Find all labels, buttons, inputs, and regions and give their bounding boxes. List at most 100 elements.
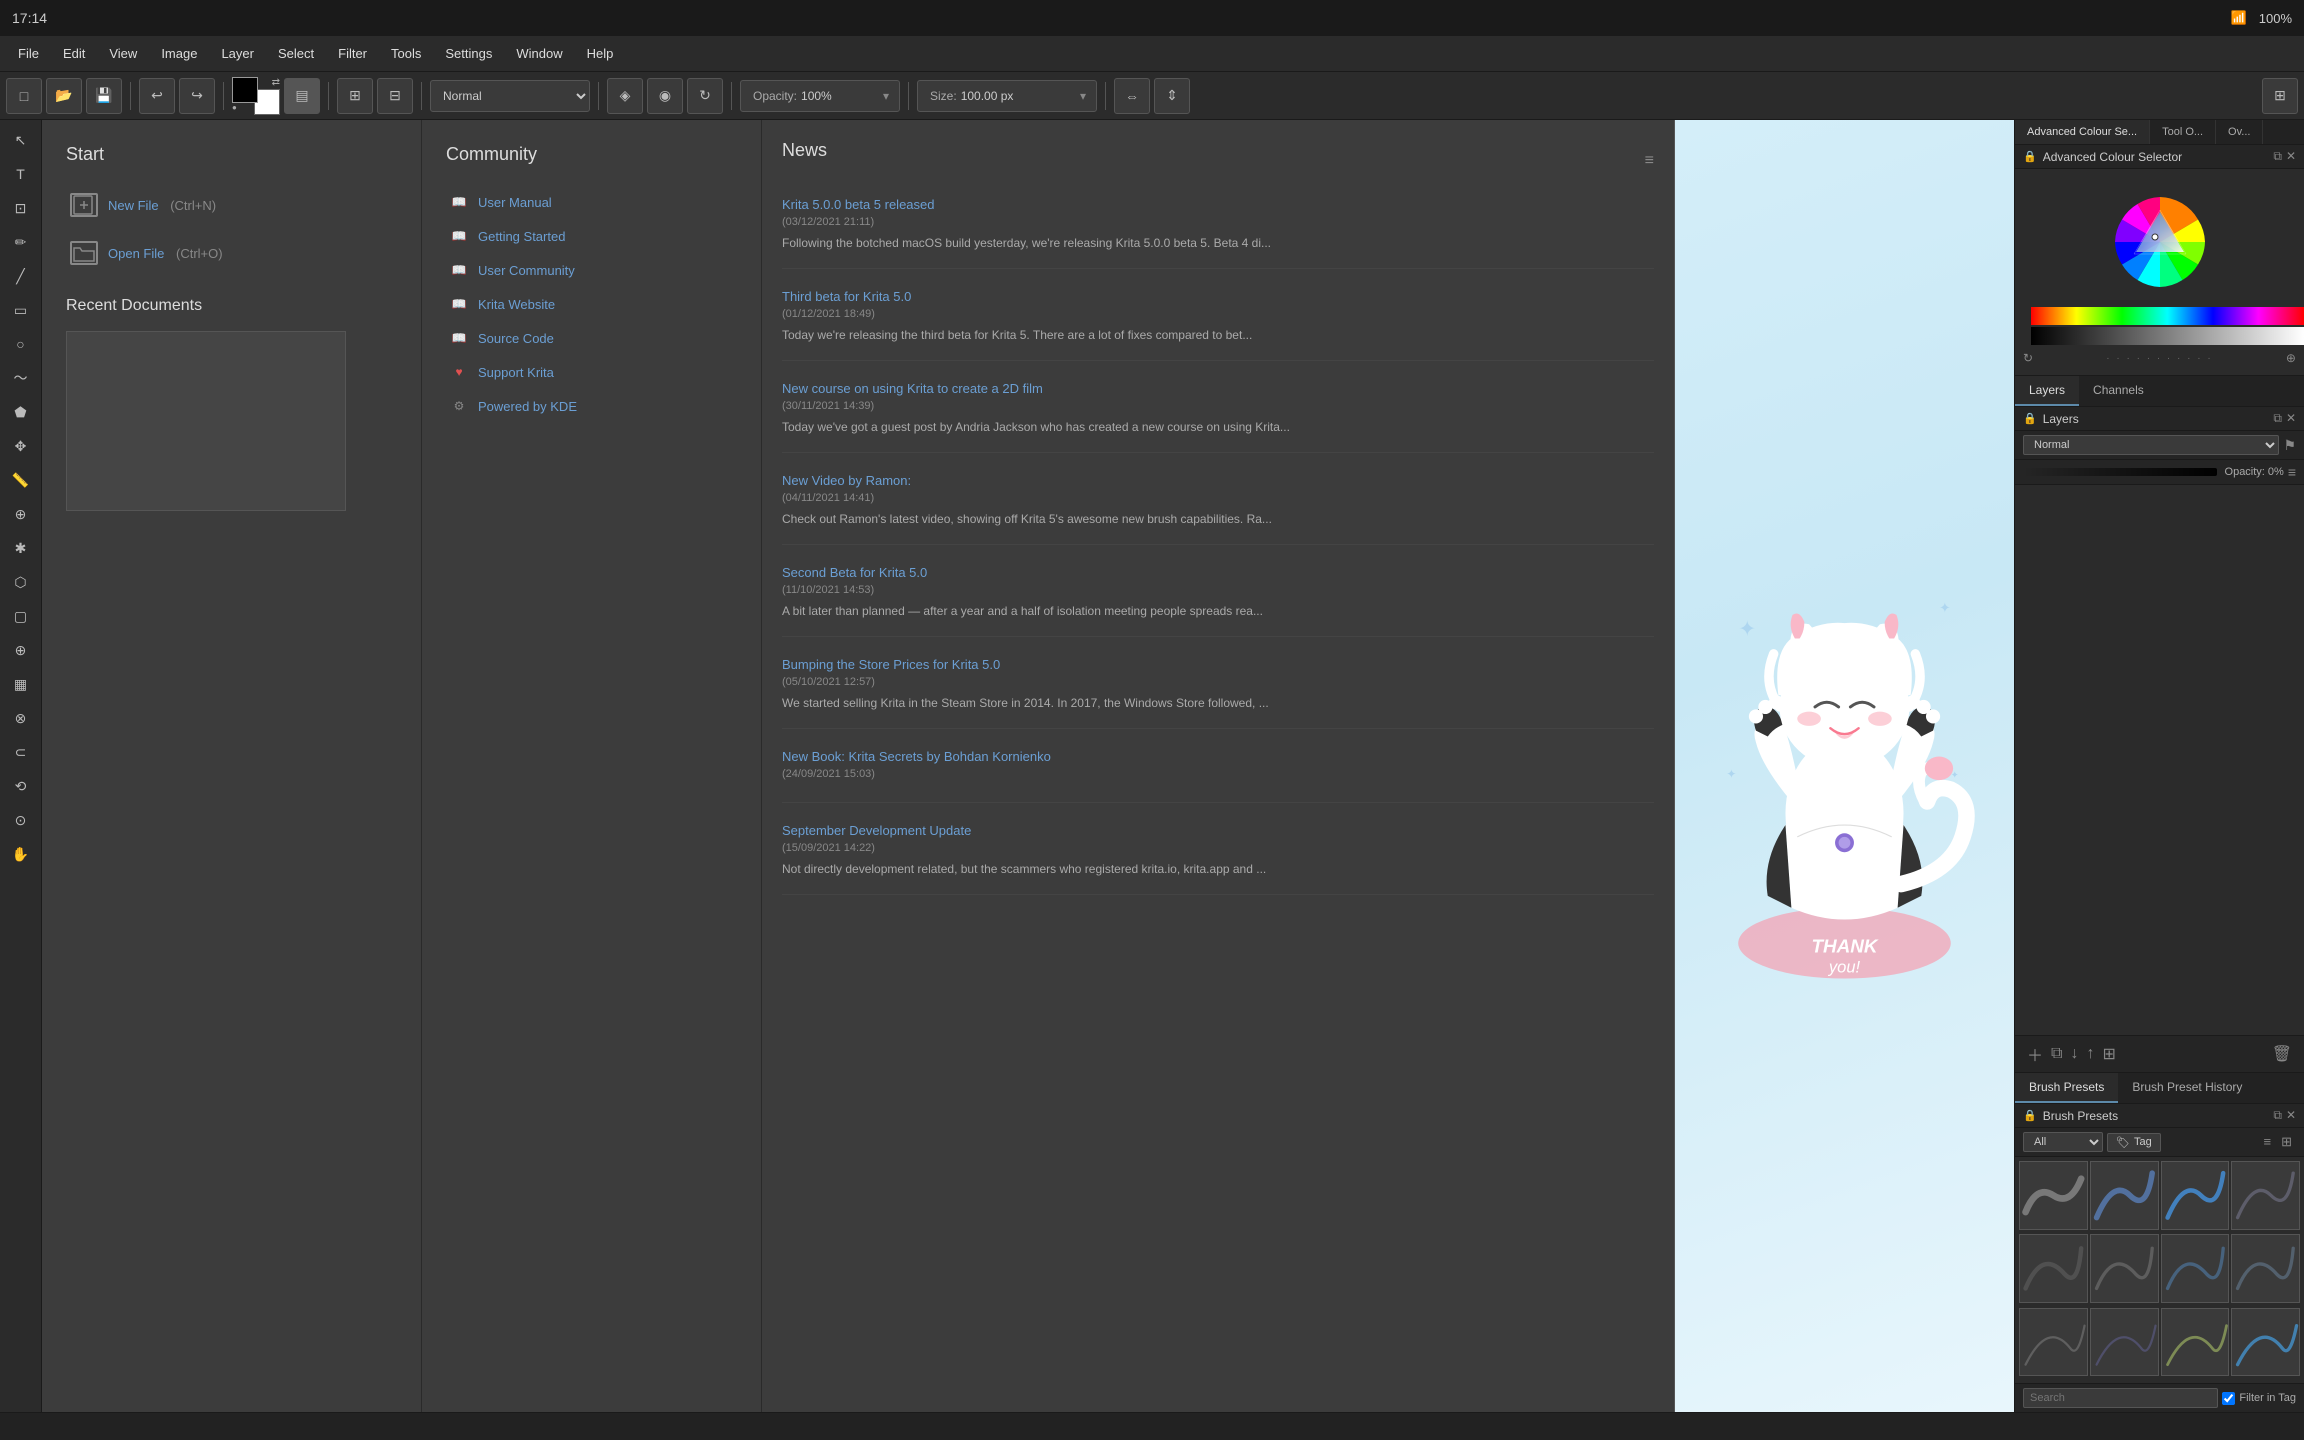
color-reset-btn[interactable]: ●	[232, 103, 244, 115]
tool-line[interactable]: ╱	[5, 260, 37, 292]
tool-fill[interactable]: ⬟	[5, 396, 37, 428]
tab-tool-options[interactable]: Tool O...	[2150, 120, 2216, 144]
save-file-btn[interactable]: 💾	[86, 78, 122, 114]
brush-item-10[interactable]	[2161, 1308, 2230, 1377]
redo-btn[interactable]: ↪	[179, 78, 215, 114]
brush-item-1[interactable]	[2090, 1161, 2159, 1230]
tab-overview[interactable]: Ov...	[2216, 120, 2263, 144]
tool-multibrush[interactable]: ✱	[5, 532, 37, 564]
tool-text[interactable]: T	[5, 158, 37, 190]
menu-view[interactable]: View	[99, 42, 147, 65]
brush-item-11[interactable]	[2231, 1308, 2300, 1377]
link-support-krita[interactable]: ♥ Support Krita	[446, 355, 737, 389]
brush-item-5[interactable]	[2090, 1234, 2159, 1303]
brush-item-3[interactable]	[2231, 1161, 2300, 1230]
tool-measure[interactable]: 📏	[5, 464, 37, 496]
menu-window[interactable]: Window	[506, 42, 572, 65]
add-layer-btn[interactable]: ＋	[2023, 1040, 2047, 1068]
colour-panel-close-btn[interactable]: ✕	[2286, 149, 2296, 164]
value-strip[interactable]	[2031, 327, 2304, 345]
menu-file[interactable]: File	[8, 42, 49, 65]
news-link-6[interactable]: New Book: Krita Secrets by Bohdan Kornie…	[782, 749, 1654, 764]
link-powered-by-kde[interactable]: ⚙ Powered by KDE	[446, 389, 737, 423]
layout-btn[interactable]: ⊞	[2262, 78, 2298, 114]
mirror-h-btn[interactable]: ⇔	[1114, 78, 1150, 114]
tool-crop[interactable]: ⊡	[5, 192, 37, 224]
brush-item-0[interactable]	[2019, 1161, 2088, 1230]
brush-item-9[interactable]	[2090, 1308, 2159, 1377]
tool-select[interactable]: ↖	[5, 124, 37, 156]
news-link-1[interactable]: Third beta for Krita 5.0	[782, 289, 1654, 304]
color-selector[interactable]: ⇄ ●	[232, 77, 280, 115]
grid-btn[interactable]: ⊟	[377, 78, 413, 114]
menu-layer[interactable]: Layer	[211, 42, 264, 65]
brush-item-8[interactable]	[2019, 1308, 2088, 1377]
link-krita-website[interactable]: 📖 Krita Website	[446, 287, 737, 321]
copy-layer-btn[interactable]: ⧉	[2047, 1043, 2066, 1065]
tool-paint[interactable]: ✏	[5, 226, 37, 258]
refresh-btn[interactable]: ↻	[687, 78, 723, 114]
toggle-canvas-btn[interactable]: □	[6, 78, 42, 114]
tab-advanced-colour[interactable]: Advanced Colour Se...	[2015, 120, 2150, 144]
foreground-color-box[interactable]	[232, 77, 258, 103]
tool-gradient[interactable]: ▦	[5, 668, 37, 700]
move-layer-down-btn[interactable]: ↓	[2066, 1043, 2082, 1065]
blend-mode-select[interactable]: Normal Multiply Screen Overlay	[430, 80, 590, 112]
hue-strip[interactable]	[2031, 307, 2304, 325]
link-user-community[interactable]: 📖 User Community	[446, 253, 737, 287]
tool-zoom[interactable]: ⊙	[5, 804, 37, 836]
brush-tag-btn[interactable]: 🏷 Tag	[2107, 1133, 2161, 1152]
brush-panel-float-btn[interactable]: ⧉	[2273, 1108, 2282, 1123]
tool-smart-patch[interactable]: ⊗	[5, 702, 37, 734]
tab-channels[interactable]: Channels	[2079, 376, 2158, 406]
brush-filter-select[interactable]: All	[2023, 1132, 2103, 1152]
layers-blend-mode[interactable]: Normal Multiply Screen	[2023, 435, 2279, 455]
brush-item-7[interactable]	[2231, 1234, 2300, 1303]
colour-eyedropper-btn[interactable]: ⊕	[2286, 351, 2296, 365]
news-link-3[interactable]: New Video by Ramon:	[782, 473, 1654, 488]
tool-path-select[interactable]: ⟲	[5, 770, 37, 802]
brush-grid-view-btn[interactable]: ⊞	[2277, 1132, 2296, 1152]
tool-ref[interactable]: ⊕	[5, 498, 37, 530]
news-link-7[interactable]: September Development Update	[782, 823, 1654, 838]
news-menu-btn[interactable]: ≡	[1645, 152, 1654, 170]
menu-settings[interactable]: Settings	[435, 42, 502, 65]
brush-search-input[interactable]	[2023, 1388, 2218, 1408]
tool-contiguous-select[interactable]: ▢	[5, 600, 37, 632]
delete-layer-btn[interactable]: 🗑	[2268, 1042, 2296, 1066]
menu-image[interactable]: Image	[151, 42, 207, 65]
alpha-btn[interactable]: ◉	[647, 78, 683, 114]
menu-edit[interactable]: Edit	[53, 42, 95, 65]
menu-select[interactable]: Select	[268, 42, 324, 65]
tab-layers[interactable]: Layers	[2015, 376, 2079, 406]
tool-contour-select[interactable]: ⊂	[5, 736, 37, 768]
tool-eyedropper[interactable]: ⊕	[5, 634, 37, 666]
color-wheel-svg[interactable]	[2110, 192, 2210, 292]
open-file-btn[interactable]: 📂	[46, 78, 82, 114]
tab-brush-history[interactable]: Brush Preset History	[2118, 1073, 2256, 1103]
news-link-2[interactable]: New course on using Krita to create a 2D…	[782, 381, 1654, 396]
mirror-v-btn[interactable]: ⇕	[1154, 78, 1190, 114]
open-file-btn[interactable]: Open File (Ctrl+O)	[66, 233, 397, 273]
menu-tools[interactable]: Tools	[381, 42, 431, 65]
link-source-code[interactable]: 📖 Source Code	[446, 321, 737, 355]
opacity-slider[interactable]	[2023, 468, 2217, 476]
tab-brush-presets[interactable]: Brush Presets	[2015, 1073, 2118, 1103]
opacity-chevron[interactable]: ▾	[881, 87, 891, 105]
colour-panel-float-btn[interactable]: ⧉	[2273, 149, 2282, 164]
color-pattern-btn[interactable]: ▤	[284, 78, 320, 114]
tool-pan[interactable]: ✋	[5, 838, 37, 870]
eraser-btn[interactable]: ◈	[607, 78, 643, 114]
layers-filter-btn[interactable]: ⚑	[2283, 437, 2296, 454]
new-file-btn[interactable]: New File (Ctrl+N)	[66, 185, 397, 225]
tool-freehand[interactable]: 〜	[5, 362, 37, 394]
news-link-4[interactable]: Second Beta for Krita 5.0	[782, 565, 1654, 580]
brush-item-4[interactable]	[2019, 1234, 2088, 1303]
wrap-btn[interactable]: ⊞	[337, 78, 373, 114]
move-layer-up-btn[interactable]: ↑	[2082, 1043, 2098, 1065]
link-user-manual[interactable]: 📖 User Manual	[446, 185, 737, 219]
colour-refresh-btn[interactable]: ↻	[2023, 351, 2033, 365]
tool-assistant[interactable]: ⬡	[5, 566, 37, 598]
size-chevron[interactable]: ▾	[1078, 87, 1088, 105]
color-swap-btn[interactable]: ⇄	[272, 77, 280, 88]
